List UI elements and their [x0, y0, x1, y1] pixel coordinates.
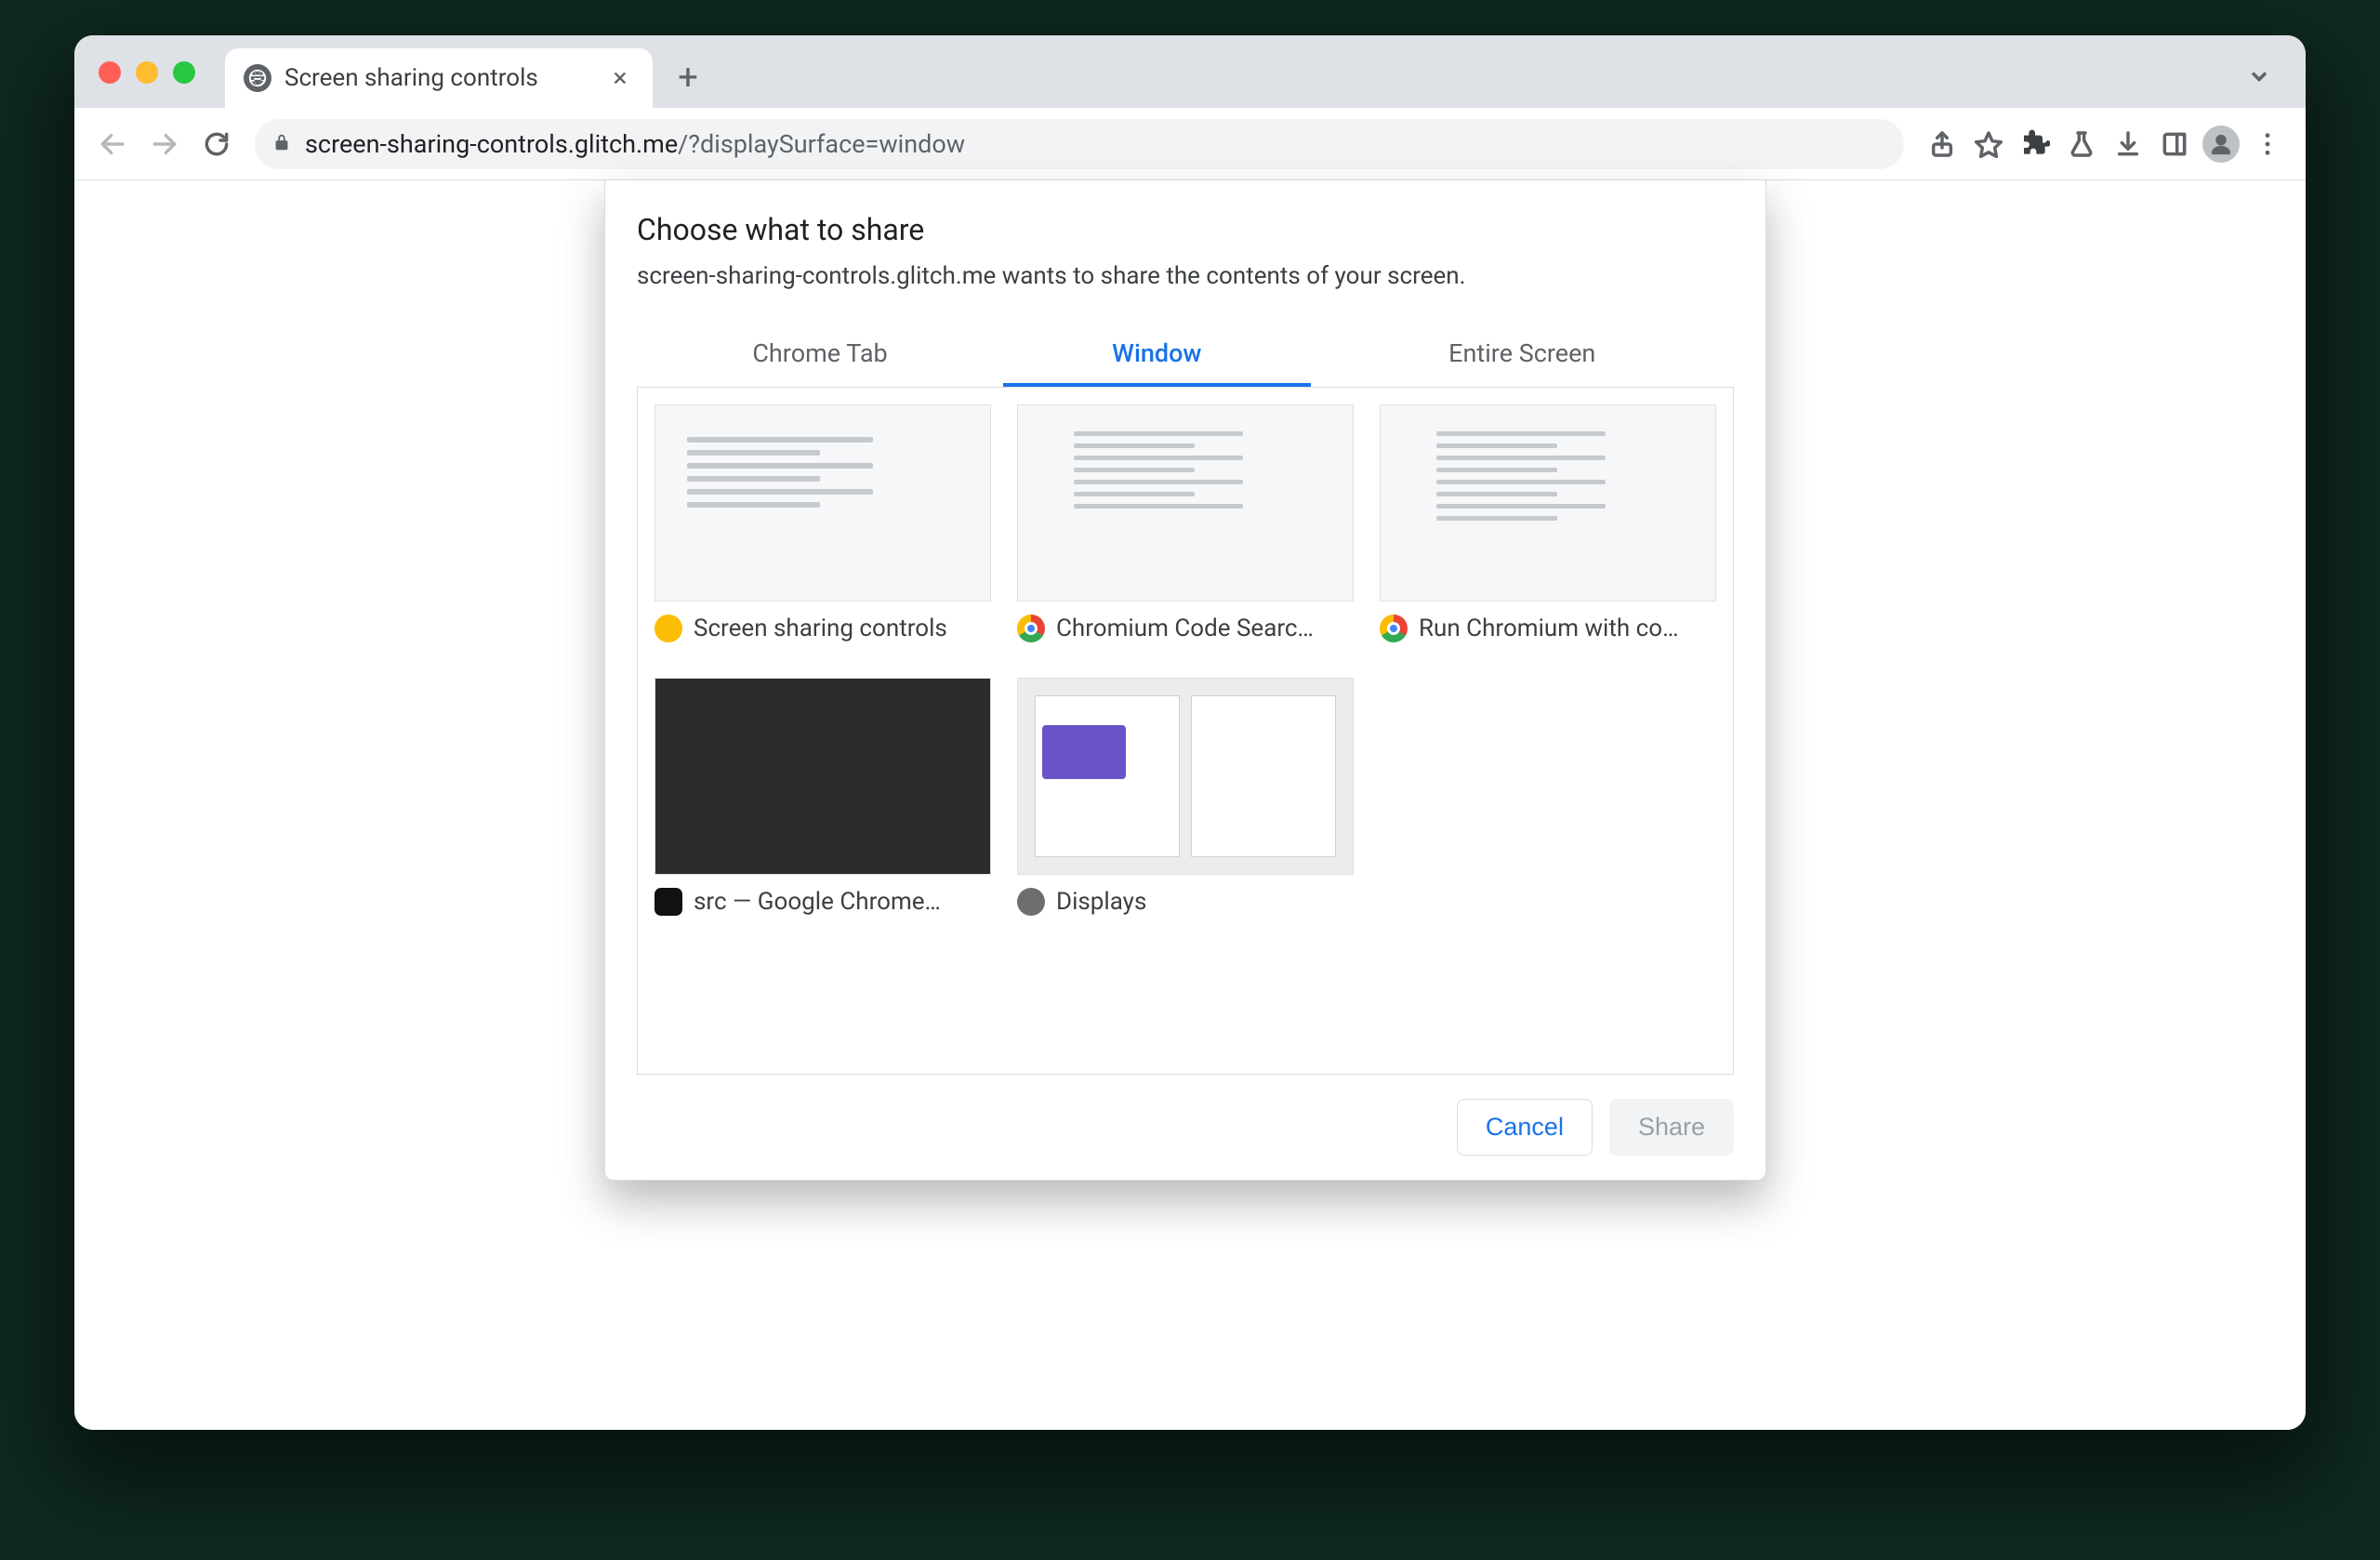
window-label: Screen sharing controls [694, 615, 947, 642]
tab-chrome-tab[interactable]: Chrome Tab [637, 324, 1003, 387]
terminal-icon [654, 888, 682, 916]
cancel-button[interactable]: Cancel [1457, 1099, 1593, 1156]
menu-button[interactable] [2246, 123, 2289, 165]
window-close-button[interactable] [99, 61, 121, 84]
tab-title: Screen sharing controls [284, 64, 538, 92]
window-thumbnail [1380, 404, 1716, 602]
window-option[interactable]: Run Chromium with co… [1380, 404, 1716, 644]
window-label: Chromium Code Searc… [1056, 615, 1314, 642]
window-thumbnail [1017, 404, 1354, 602]
browser-tab[interactable]: Screen sharing controls × [225, 48, 653, 108]
forward-button[interactable] [143, 123, 186, 165]
browser-window: Screen sharing controls × + [74, 35, 2306, 1430]
gear-icon [1017, 888, 1045, 916]
tab-close-button[interactable]: × [606, 64, 634, 92]
dialog-subtitle: screen-sharing-controls.glitch.me wants … [637, 262, 1734, 290]
toolbar: screen-sharing-controls.glitch.me/?displ… [74, 108, 2306, 180]
tab-entire-screen[interactable]: Entire Screen [1311, 324, 1734, 387]
canary-icon [654, 615, 682, 642]
extensions-icon[interactable] [2014, 123, 2056, 165]
window-label: Displays [1056, 888, 1146, 916]
page-content: Choose what to share screen-sharing-cont… [74, 180, 2306, 1430]
downloads-icon[interactable] [2107, 123, 2149, 165]
url-host: screen-sharing-controls.glitch.me [305, 129, 678, 159]
url-text: screen-sharing-controls.glitch.me/?displ… [305, 129, 965, 159]
window-option[interactable]: Displays [1017, 678, 1354, 918]
tab-strip: Screen sharing controls × + [74, 35, 2306, 108]
url-query: /?displaySurface=window [678, 129, 965, 159]
window-label: src — Google Chrome… [694, 888, 941, 916]
window-label: Run Chromium with co… [1419, 615, 1678, 642]
stage: Screen sharing controls × + [0, 0, 2380, 1560]
dialog-body: Screen sharing controls Chromium Code Se… [637, 387, 1734, 1075]
tab-window[interactable]: Window [1003, 324, 1310, 387]
window-thumbnail [654, 404, 991, 602]
tab-list-chevron-icon[interactable] [2241, 58, 2278, 95]
window-controls [99, 61, 195, 84]
window-minimize-button[interactable] [136, 61, 158, 84]
new-tab-button[interactable]: + [666, 56, 710, 100]
reading-list-icon[interactable] [2153, 123, 2196, 165]
dialog-title: Choose what to share [637, 212, 1734, 247]
profile-avatar[interactable] [2200, 123, 2242, 165]
dialog-footer: Cancel Share [605, 1075, 1765, 1156]
share-dialog: Choose what to share screen-sharing-cont… [604, 180, 1766, 1181]
star-icon[interactable] [1967, 123, 2010, 165]
toolbar-actions [1921, 123, 2289, 165]
dialog-tabs: Chrome Tab Window Entire Screen [637, 324, 1734, 387]
share-button[interactable]: Share [1609, 1099, 1734, 1156]
share-icon[interactable] [1921, 123, 1964, 165]
window-option[interactable]: src — Google Chrome… [654, 678, 991, 918]
window-grid: Screen sharing controls Chromium Code Se… [654, 404, 1716, 918]
window-option[interactable]: Screen sharing controls [654, 404, 991, 644]
window-thumbnail [1017, 678, 1354, 875]
chrome-icon [1380, 615, 1408, 642]
window-option[interactable]: Chromium Code Searc… [1017, 404, 1354, 644]
window-zoom-button[interactable] [173, 61, 195, 84]
back-button[interactable] [91, 123, 134, 165]
labs-icon[interactable] [2060, 123, 2103, 165]
chrome-icon [1017, 615, 1045, 642]
address-bar[interactable]: screen-sharing-controls.glitch.me/?displ… [255, 119, 1904, 169]
lock-icon [271, 129, 292, 159]
dialog-header: Choose what to share screen-sharing-cont… [605, 180, 1765, 297]
reload-button[interactable] [195, 123, 238, 165]
globe-icon [244, 64, 271, 92]
window-thumbnail [654, 678, 991, 875]
